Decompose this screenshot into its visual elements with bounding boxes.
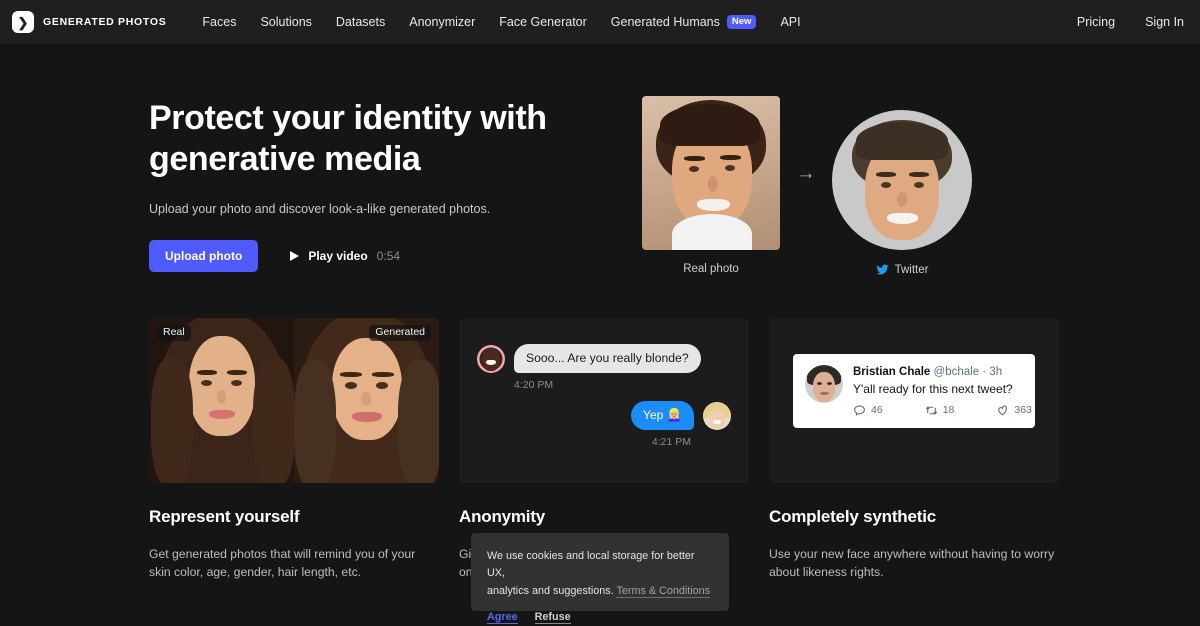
tweet-actions: 46 18 363: [853, 404, 1032, 417]
card-title: Represent yourself: [149, 507, 439, 527]
face-illustration: [832, 110, 972, 250]
new-badge: New: [727, 15, 757, 30]
hero-text-column: Protect your identity with generative me…: [149, 96, 614, 276]
nav-item-anonymizer[interactable]: Anonymizer: [409, 15, 475, 29]
card-title: Anonymity: [459, 507, 749, 527]
card-body: Use your new face anywhere without havin…: [769, 545, 1059, 581]
real-photo-image: [642, 96, 780, 250]
nav-item-solutions[interactable]: Solutions: [260, 15, 311, 29]
cookie-refuse-button[interactable]: Refuse: [535, 611, 571, 624]
tag-generated: Generated: [369, 325, 431, 341]
tweet-reply-count: 46: [871, 404, 883, 416]
chat-bubble-incoming: Sooo... Are you really blonde?: [514, 344, 701, 373]
nav-item-label: Generated Humans: [611, 15, 720, 29]
tweet-like-count: 363: [1014, 404, 1032, 416]
upload-photo-button[interactable]: Upload photo: [149, 240, 258, 272]
arrow-right-icon: →: [797, 164, 816, 183]
nav-item-datasets[interactable]: Datasets: [336, 15, 385, 29]
card-media-chat: Sooo... Are you really blonde? 4:20 PM Y…: [459, 318, 749, 483]
tweet-author-handle: @bchale: [934, 366, 980, 378]
twitter-bird-icon: [876, 263, 889, 276]
nav-item-label: Faces: [202, 15, 236, 29]
nav-item-label: Solutions: [260, 15, 311, 29]
nav-item-label: Pricing: [1077, 15, 1115, 29]
twitter-caption-label: Twitter: [895, 264, 929, 276]
card-represent-yourself: Real Generated: [149, 318, 439, 581]
generated-photo-caption: Twitter: [876, 263, 929, 276]
generated-photo-figure: Twitter: [832, 96, 972, 276]
real-photo-caption-label: Real photo: [683, 263, 739, 275]
avatar: [703, 402, 731, 430]
card-media-dual-faces: Real Generated: [149, 318, 439, 483]
tweet-text: Y'all ready for this next tweet?: [853, 382, 1032, 396]
terms-and-conditions-link[interactable]: Terms & Conditions: [616, 585, 710, 598]
nav-item-label: Datasets: [336, 15, 385, 29]
hero-section: Protect your identity with generative me…: [0, 44, 1200, 276]
card-body: Get generated photos that will remind yo…: [149, 545, 439, 581]
hero-actions: Upload photo Play video 0:54: [149, 240, 614, 272]
cookie-agree-button[interactable]: Agree: [487, 611, 518, 624]
generated-face-half: [294, 318, 439, 483]
tweet-header: Bristian Chale @bchale · 3h: [853, 365, 1032, 381]
brand-logo-link[interactable]: ❯ GENERATED PHOTOS: [12, 11, 166, 33]
real-photo-caption: Real photo: [683, 263, 739, 275]
real-face-half: [149, 318, 294, 483]
real-photo-figure: Real photo: [642, 96, 780, 275]
nav-item-generated-humans[interactable]: Generated Humans New: [611, 15, 757, 30]
nav-item-api[interactable]: API: [780, 15, 800, 29]
play-icon: [290, 251, 299, 261]
card-media-tweet: Bristian Chale @bchale · 3h Y'all ready …: [769, 318, 1059, 483]
top-navigation-bar: ❯ GENERATED PHOTOS Faces Solutions Datas…: [0, 0, 1200, 44]
nav-item-label: Face Generator: [499, 15, 587, 29]
chat-bubble-outgoing: Yep 👱🏼‍♀️: [631, 401, 694, 430]
sign-in-link[interactable]: Sign In: [1145, 15, 1184, 29]
nav-item-faces[interactable]: Faces: [202, 15, 236, 29]
cookie-banner-text: We use cookies and local storage for bet…: [487, 548, 713, 600]
tag-real: Real: [157, 325, 191, 341]
cookie-consent-banner: We use cookies and local storage for bet…: [471, 533, 729, 611]
nav-item-label: API: [780, 15, 800, 29]
chat-row-incoming: Sooo... Are you really blonde?: [477, 344, 731, 373]
generated-photo-image: [832, 110, 972, 250]
play-video-button[interactable]: Play video 0:54: [290, 249, 400, 263]
cookie-text-line-2: analytics and suggestions.: [487, 585, 614, 597]
play-video-label: Play video: [308, 249, 367, 263]
tweet-timestamp: · 3h: [982, 366, 1002, 378]
chat-row-outgoing: Yep 👱🏼‍♀️: [477, 401, 731, 430]
nav-item-label: Sign In: [1145, 15, 1184, 29]
chat-conversation: Sooo... Are you really blonde? 4:20 PM Y…: [459, 318, 749, 448]
avatar: [477, 345, 505, 373]
tweet-like-action[interactable]: 363: [996, 404, 1032, 417]
tweet-retweet-count: 18: [943, 404, 955, 416]
hero-image-comparison: Real photo →: [642, 96, 972, 276]
tweet-card: Bristian Chale @bchale · 3h Y'all ready …: [793, 354, 1035, 428]
retweet-icon: [925, 404, 938, 417]
hero-title-line-2: generative media: [149, 139, 614, 180]
chevron-right-logo-icon: ❯: [12, 11, 34, 33]
transform-arrow: →: [780, 96, 832, 250]
nav-item-face-generator[interactable]: Face Generator: [499, 15, 587, 29]
nav-item-label: Anonymizer: [409, 15, 475, 29]
tweet-retweet-action[interactable]: 18: [925, 404, 955, 417]
chat-timestamp-outgoing: 4:21 PM: [477, 436, 691, 448]
cookie-text-line-1: We use cookies and local storage for bet…: [487, 550, 694, 579]
tweet-author-name: Bristian Chale: [853, 366, 930, 378]
page-title: Protect your identity with generative me…: [149, 98, 614, 181]
tweet-reply-action[interactable]: 46: [853, 404, 883, 417]
nav-right-group: Pricing Sign In: [1077, 0, 1184, 44]
chat-timestamp-incoming: 4:20 PM: [514, 379, 731, 391]
card-completely-synthetic: Bristian Chale @bchale · 3h Y'all ready …: [769, 318, 1059, 581]
nav-item-pricing[interactable]: Pricing: [1077, 15, 1115, 29]
reply-icon: [853, 404, 866, 417]
brand-name: GENERATED PHOTOS: [43, 16, 166, 28]
nav-links: Faces Solutions Datasets Anonymizer Face…: [202, 15, 800, 30]
heart-icon: [996, 404, 1009, 417]
hero-subtitle: Upload your photo and discover look-a-li…: [149, 202, 614, 216]
cookie-banner-actions: Agree Refuse: [487, 611, 713, 624]
hero-title-line-1: Protect your identity with: [149, 98, 614, 139]
avatar: [805, 365, 843, 403]
card-title: Completely synthetic: [769, 507, 1059, 527]
face-illustration: [642, 96, 780, 250]
play-video-duration: 0:54: [377, 249, 400, 263]
